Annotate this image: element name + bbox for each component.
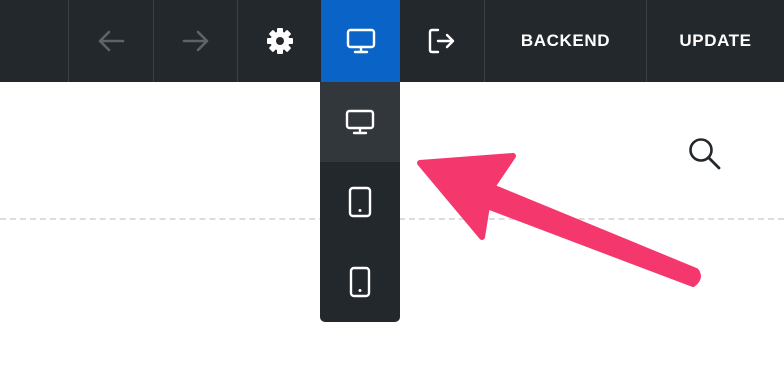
backend-button[interactable]: BACKEND [484, 0, 646, 82]
exit-icon [428, 28, 455, 54]
search-button[interactable] [684, 133, 724, 173]
desktop-icon [345, 109, 375, 135]
device-option-mobile[interactable] [320, 242, 400, 322]
gear-icon [266, 28, 293, 54]
settings-button[interactable] [237, 0, 321, 82]
device-dropdown [320, 82, 400, 322]
mobile-icon [349, 266, 371, 298]
exit-button[interactable] [400, 0, 484, 82]
tablet-icon [348, 186, 372, 218]
search-icon [689, 138, 721, 170]
device-option-tablet[interactable] [320, 162, 400, 242]
backend-label: BACKEND [520, 31, 611, 50]
builder-toolbar: BACKEND UPDATE [0, 0, 784, 82]
arrow-right-icon [182, 30, 208, 52]
update-label: UPDATE [679, 31, 752, 50]
desktop-icon [346, 28, 375, 54]
arrow-left-icon [98, 30, 125, 52]
update-button[interactable]: UPDATE [646, 0, 784, 82]
responsive-view-button[interactable] [321, 0, 400, 82]
undo-button[interactable] [68, 0, 153, 82]
redo-button[interactable] [153, 0, 237, 82]
device-option-desktop[interactable] [320, 82, 400, 162]
